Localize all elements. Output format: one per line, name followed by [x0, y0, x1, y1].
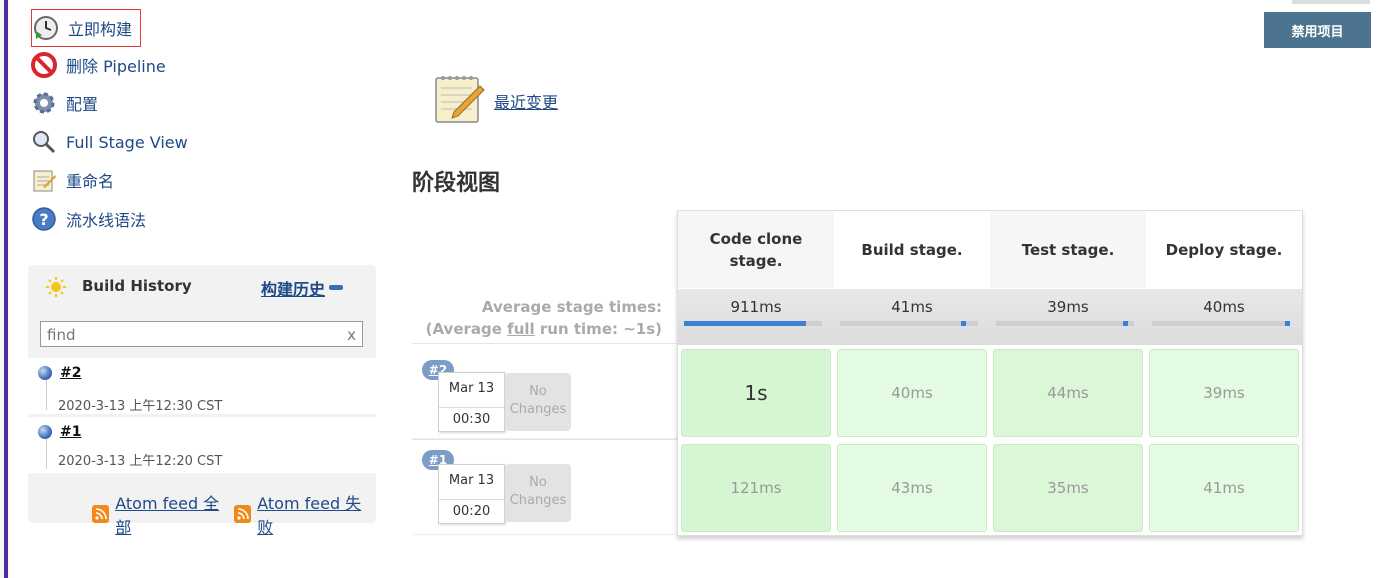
stage-cell-success[interactable]: 121ms	[681, 444, 831, 532]
avg-run-prefix: (Average	[425, 320, 508, 338]
disable-project-button[interactable]: 禁用项目	[1264, 12, 1371, 48]
build-search-input[interactable]: find x	[40, 321, 363, 347]
stage-view-table: Code clone stage. Build stage. Test stag…	[677, 210, 1303, 536]
stage-average-time: 911ms	[730, 298, 782, 316]
stage-cell-success[interactable]: 39ms	[1149, 349, 1299, 437]
window-edge-bar	[4, 0, 8, 578]
run-date: Mar 13	[448, 381, 495, 396]
build-history-panel: Build History 构建历史 find x #2 2020-3-13 上…	[28, 265, 376, 537]
stage-average: 40ms	[1146, 289, 1302, 345]
recent-changes-link[interactable]: 最近变更	[494, 89, 558, 113]
task-rename[interactable]: 重命名	[30, 163, 114, 197]
build-date: 2020-3-13 上午12:20 CST	[58, 454, 223, 469]
run-row: #1 Mar 13 00:20 No Changes	[412, 439, 680, 535]
clock-build-icon	[32, 14, 60, 42]
build-date: 2020-3-13 上午12:30 CST	[58, 399, 223, 414]
task-pipeline-syntax[interactable]: ? 流水线语法	[30, 202, 146, 236]
stage-average-progress	[840, 321, 978, 326]
clear-search-icon[interactable]: x	[347, 326, 356, 344]
stage-average-progress	[996, 321, 1134, 326]
build-row: #1 2020-3-13 上午12:20 CST	[28, 417, 376, 473]
task-rename-label[interactable]: 重命名	[66, 168, 114, 192]
top-right-stub	[1292, 0, 1370, 4]
build-row: #2 2020-3-13 上午12:30 CST	[28, 358, 376, 414]
full-run-link[interactable]: full	[507, 320, 535, 338]
notepad-edit-icon	[434, 72, 486, 124]
average-stage-times-label: Average stage times: (Average full run t…	[412, 296, 662, 340]
no-changes-box: No Changes	[505, 464, 571, 522]
task-delete-pipeline-label[interactable]: 删除 Pipeline	[66, 53, 166, 77]
stage-average: 911ms	[678, 289, 834, 345]
run-list: #2 Mar 13 00:30 No Changes #1 Mar 13 00:…	[412, 340, 680, 536]
sun-icon	[46, 277, 66, 301]
stage-header: Deploy stage.	[1146, 211, 1302, 288]
stage-average-time: 40ms	[1203, 298, 1245, 316]
notepad-icon	[30, 166, 58, 194]
rss-icon	[234, 505, 252, 523]
gear-icon	[30, 89, 58, 117]
svg-text:?: ?	[39, 210, 48, 229]
stage-header: Code clone stage.	[678, 211, 834, 288]
run-row: #2 Mar 13 00:30 No Changes	[412, 343, 680, 439]
minimize-icon[interactable]	[329, 285, 343, 290]
run-date-box: Mar 13 00:20	[438, 464, 505, 524]
task-full-stage-view-label[interactable]: Full Stage View	[66, 133, 188, 152]
stage-header: Test stage.	[990, 211, 1146, 288]
stage-cell-success[interactable]: 35ms	[993, 444, 1143, 532]
build-link[interactable]: #1	[60, 424, 81, 440]
progress-fill	[961, 321, 966, 326]
stage-average-progress	[684, 321, 822, 326]
run-time: 00:30	[439, 407, 504, 427]
task-configure[interactable]: 配置	[30, 86, 98, 120]
feed-links: Atom feed 全部 Atom feed 失败	[92, 490, 376, 538]
no-entry-icon	[30, 51, 58, 79]
atom-feed-all-link[interactable]: Atom feed 全部	[115, 490, 230, 538]
task-delete-pipeline[interactable]: 删除 Pipeline	[30, 48, 166, 82]
run-time: 00:20	[439, 499, 504, 519]
build-history-trend-link[interactable]: 构建历史	[261, 276, 325, 300]
stage-cell-success[interactable]: 40ms	[837, 349, 987, 437]
avg-run-suffix: run time: ~1s)	[534, 320, 662, 338]
stage-cell-success[interactable]: 43ms	[837, 444, 987, 532]
stage-cell-success[interactable]: 41ms	[1149, 444, 1299, 532]
timeline-line	[46, 380, 47, 410]
build-history-title: Build History	[82, 277, 192, 295]
build-history-header: Build History 构建历史	[28, 265, 376, 309]
task-pipeline-syntax-label[interactable]: 流水线语法	[66, 207, 146, 231]
progress-fill	[684, 321, 806, 326]
task-build-now[interactable]: 立即构建	[31, 9, 142, 47]
stage-average-time: 41ms	[891, 298, 933, 316]
task-build-now-label[interactable]: 立即构建	[68, 16, 132, 40]
magnifier-icon	[30, 128, 58, 156]
run-date: Mar 13	[448, 473, 495, 488]
help-icon: ?	[30, 205, 58, 233]
stage-cell-success[interactable]: 1s	[681, 349, 831, 437]
progress-fill	[1285, 321, 1290, 326]
run-date-box: Mar 13 00:30	[438, 372, 505, 432]
atom-feed-failed-link[interactable]: Atom feed 失败	[257, 490, 372, 538]
stage-header: Build stage.	[834, 211, 990, 288]
window-edge	[0, 0, 9, 578]
task-full-stage-view[interactable]: Full Stage View	[30, 125, 188, 159]
stage-cell-success[interactable]: 44ms	[993, 349, 1143, 437]
average-stage-times-line1: Average stage times:	[481, 298, 662, 316]
stage-average: 39ms	[990, 289, 1146, 345]
build-link[interactable]: #2	[60, 365, 81, 381]
blue-ball-icon	[38, 366, 52, 380]
rss-icon	[92, 505, 110, 523]
stage-average-time: 39ms	[1047, 298, 1089, 316]
stage-average: 41ms	[834, 289, 990, 345]
average-run-time-line2: (Average full run time: ~1s)	[412, 318, 662, 340]
timeline-line	[46, 439, 47, 469]
blue-ball-icon	[38, 425, 52, 439]
stage-average-progress	[1152, 321, 1290, 326]
task-configure-label[interactable]: 配置	[66, 91, 98, 115]
no-changes-box: No Changes	[505, 373, 571, 431]
stage-view-title: 阶段视图	[412, 171, 501, 196]
progress-fill	[1123, 321, 1128, 326]
build-search-placeholder: find	[47, 326, 76, 344]
